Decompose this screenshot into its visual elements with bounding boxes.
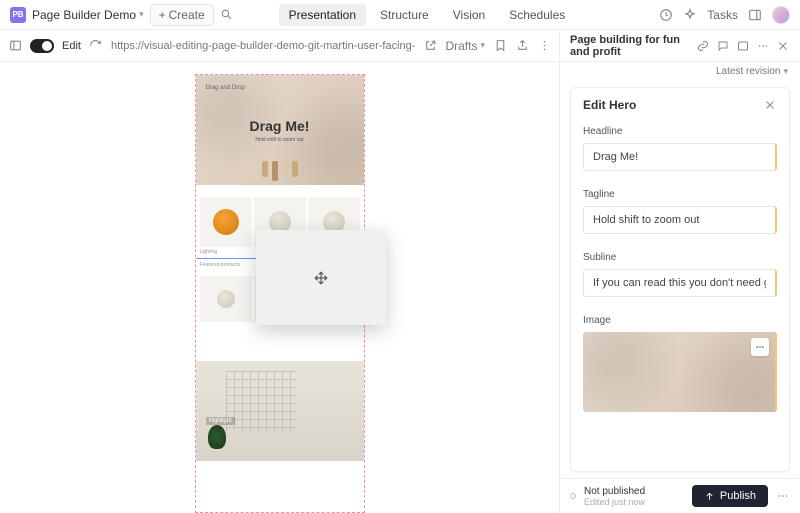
share-icon[interactable] [515, 39, 529, 53]
hero-tag: Drag and Drop [206, 85, 245, 91]
plus-icon: + [159, 8, 166, 22]
highlight-block[interactable]: Highlight [196, 361, 364, 461]
top-bar: PB Page Builder Demo ▾ + Create Presenta… [0, 0, 800, 30]
project-switcher[interactable]: Page Builder Demo ▾ [32, 8, 144, 22]
more-icon[interactable] [756, 39, 770, 53]
link-icon[interactable] [696, 39, 710, 53]
publish-button[interactable]: Publish [692, 485, 768, 507]
status-text-group: Not published Edited just now [584, 486, 645, 507]
tab-schedules[interactable]: Schedules [499, 4, 575, 26]
revision-label: Latest revision [716, 66, 780, 77]
comment-icon[interactable] [716, 39, 730, 53]
tagline-label: Tagline [583, 189, 777, 200]
create-button[interactable]: + Create [150, 4, 214, 26]
open-external-icon[interactable] [423, 39, 437, 53]
project-name-label: Page Builder Demo [32, 8, 136, 22]
hero-title: Drag Me! [250, 118, 310, 134]
hero-block[interactable]: Drag and Drop Drag Me! Hold shift to zoo… [196, 75, 364, 185]
document-title: Page building for fun and profit [570, 34, 688, 58]
highlight-label: Highlight [206, 417, 235, 425]
publish-bar: Not published Edited just now Publish [560, 478, 800, 513]
close-icon[interactable] [763, 98, 777, 112]
inspector-pane: Page building for fun and profit Latest … [560, 30, 800, 513]
image-preview[interactable] [583, 332, 777, 412]
tab-presentation[interactable]: Presentation [279, 4, 366, 26]
headline-label: Headline [583, 126, 777, 137]
clock-icon[interactable] [659, 8, 673, 22]
preview-pane: Edit Drafts▾ Drag and Drop Drag Me! Hold… [0, 30, 560, 513]
field-editor-panel: Edit Hero Headline Tagline Subline Image [570, 87, 790, 472]
panel-icon[interactable] [736, 39, 750, 53]
workspace: Edit Drafts▾ Drag and Drop Drag Me! Hold… [0, 30, 800, 513]
publish-icon [704, 491, 715, 502]
publish-label: Publish [720, 490, 756, 502]
status-indicator [570, 493, 576, 499]
tab-structure[interactable]: Structure [370, 4, 439, 26]
refresh-icon[interactable] [89, 39, 103, 53]
tasks-link[interactable]: Tasks [707, 8, 738, 22]
revision-dropdown[interactable]: Latest revision ▾ [560, 62, 800, 81]
tagline-input[interactable] [583, 206, 777, 234]
page-frame: Drag and Drop Drag Me! Hold shift to zoo… [195, 74, 365, 513]
nav-tabs: Presentation Structure Vision Schedules [279, 4, 576, 26]
edited-label: Edited just now [584, 497, 645, 507]
panel-title: Edit Hero [583, 98, 636, 112]
chevron-down-icon: ▾ [139, 9, 144, 20]
hero-subtitle: Hold shift to zoom out [255, 137, 303, 143]
chevron-down-icon: ▾ [783, 66, 788, 77]
hero-products [262, 161, 298, 181]
subline-input[interactable] [583, 269, 777, 297]
more-icon[interactable] [776, 489, 790, 503]
wall-grid [226, 371, 296, 431]
create-label: Create [169, 8, 205, 22]
sidebar-toggle-icon[interactable] [748, 8, 762, 22]
move-icon [314, 271, 328, 285]
url-bar: Edit Drafts▾ [0, 30, 559, 62]
canvas[interactable]: Drag and Drop Drag Me! Hold shift to zoo… [0, 62, 559, 513]
more-icon[interactable] [537, 39, 551, 53]
edit-toggle[interactable] [30, 39, 54, 53]
drafts-dropdown[interactable]: Drafts▾ [445, 39, 485, 53]
user-avatar[interactable] [772, 6, 790, 24]
close-icon[interactable] [776, 39, 790, 53]
workspace-logo[interactable]: PB [10, 7, 26, 23]
image-bg [583, 332, 775, 412]
plant-graphic [208, 425, 226, 449]
url-input[interactable] [111, 40, 415, 52]
bookmark-icon[interactable] [493, 39, 507, 53]
chevron-down-icon: ▾ [480, 40, 485, 51]
inspector-actions [696, 39, 790, 53]
topbar-right: Tasks [659, 6, 790, 24]
image-menu-button[interactable] [751, 338, 769, 356]
search-icon[interactable] [220, 8, 234, 22]
panel-left-icon[interactable] [8, 39, 22, 53]
status-label: Not published [584, 486, 645, 497]
inspector-header: Page building for fun and profit [560, 30, 800, 62]
subline-label: Subline [583, 252, 777, 263]
sparkle-icon[interactable] [683, 8, 697, 22]
headline-input[interactable] [583, 143, 777, 171]
drag-ghost[interactable] [256, 230, 386, 325]
image-label: Image [583, 315, 777, 326]
edit-label: Edit [62, 40, 81, 52]
tab-vision[interactable]: Vision [443, 4, 495, 26]
drafts-label: Drafts [445, 39, 477, 53]
